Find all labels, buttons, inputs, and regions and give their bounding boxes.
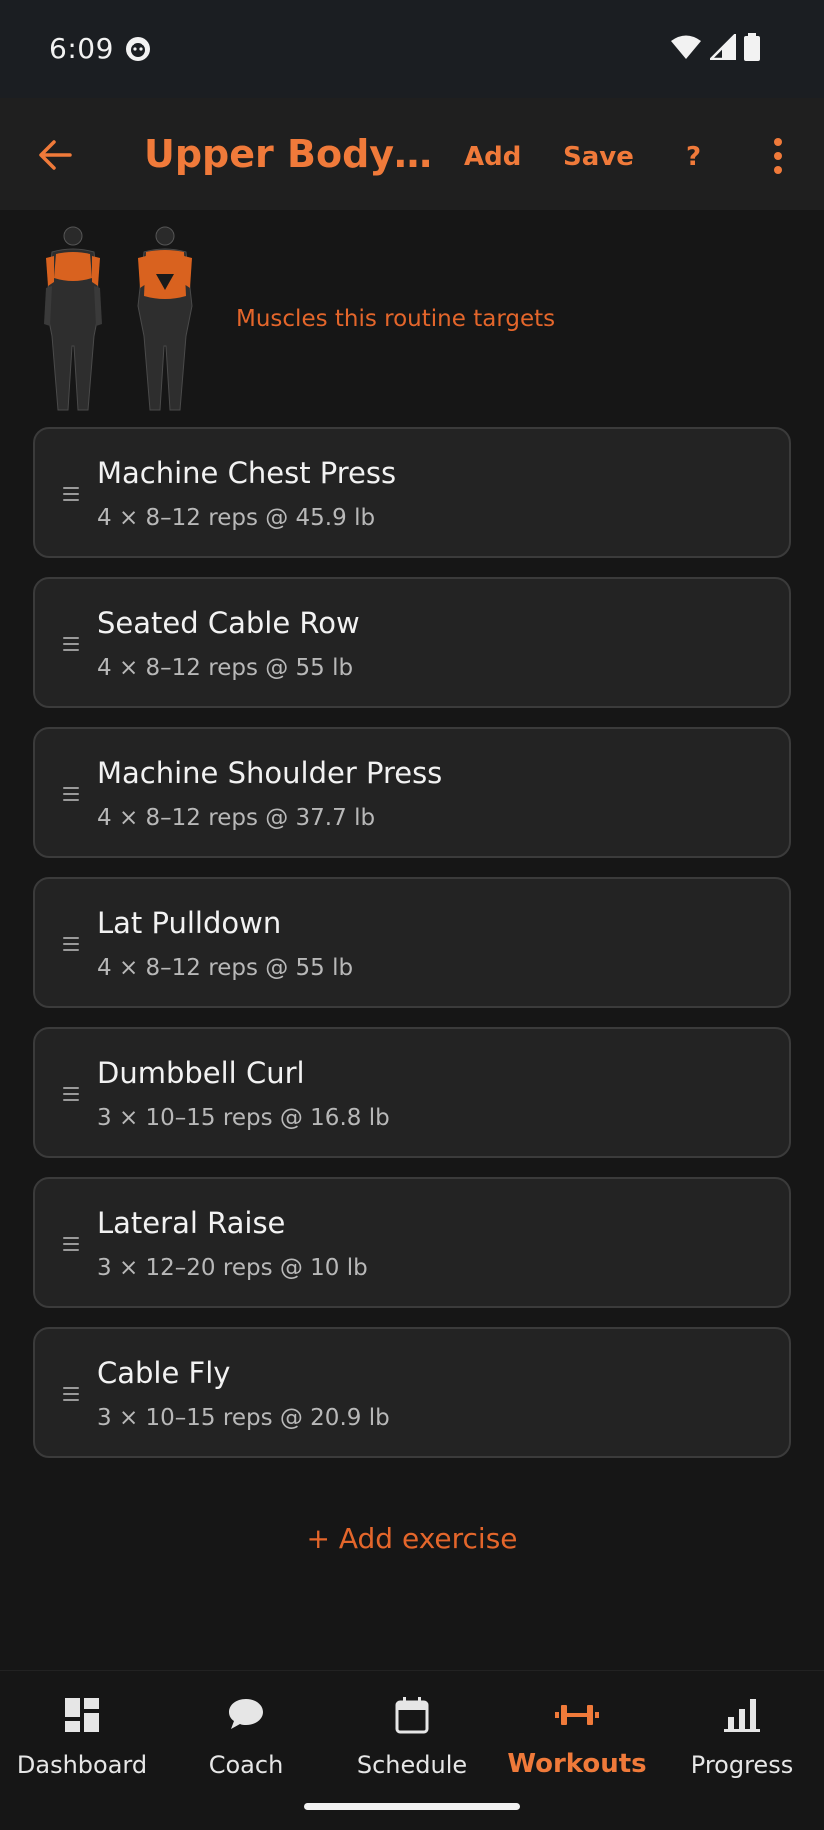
drag-handle-icon[interactable] [63,1387,79,1401]
exercise-card[interactable]: Cable Fly 3 × 10–15 reps @ 20.9 lb [33,1327,791,1458]
status-bar: 6:09 [0,0,824,98]
exercise-card[interactable]: Lateral Raise 3 × 12–20 reps @ 10 lb [33,1177,791,1308]
nav-item-dashboard[interactable]: Dashboard [0,1671,164,1791]
more-options-button[interactable] [766,134,790,178]
dumbbell-icon [555,1693,599,1737]
drag-handle-icon[interactable] [63,787,79,801]
save-button[interactable]: Save [563,142,634,172]
exercise-detail: 4 × 8–12 reps @ 37.7 lb [97,805,376,831]
exercise-detail: 3 × 12–20 reps @ 10 lb [97,1255,368,1281]
page-title: Upper Body A... [144,132,434,176]
exercise-detail: 3 × 10–15 reps @ 16.8 lb [97,1105,390,1131]
exercise-card[interactable]: Machine Shoulder Press 4 × 8–12 reps @ 3… [33,727,791,858]
muscles-caption: Muscles this routine targets [236,306,556,332]
chat-bubble-icon [224,1693,268,1737]
wifi-icon [670,34,702,64]
exercise-name: Lateral Raise [97,1206,286,1240]
drag-handle-icon[interactable] [63,1237,79,1251]
help-button[interactable]: ? [686,142,701,172]
nav-item-schedule[interactable]: Schedule [330,1671,494,1791]
body-back-figure [137,226,193,411]
dashboard-icon [60,1693,104,1737]
exercise-name: Machine Chest Press [97,456,397,490]
exercise-detail: 4 × 8–12 reps @ 55 lb [97,655,354,681]
nav-label: Dashboard [16,1751,148,1779]
exercise-card[interactable]: Dumbbell Curl 3 × 10–15 reps @ 16.8 lb [33,1027,791,1158]
exercise-card[interactable]: Machine Chest Press 4 × 8–12 reps @ 45.9… [33,427,791,558]
more-vert-icon [774,138,782,146]
nav-label: Coach [208,1751,284,1779]
add-exercise-button[interactable]: + Add exercise [0,1522,824,1555]
exercise-card[interactable]: Lat Pulldown 4 × 8–12 reps @ 55 lb [33,877,791,1008]
notification-cat-icon [124,35,152,63]
exercise-name: Machine Shoulder Press [97,756,443,790]
body-front-figure [44,226,102,411]
drag-handle-icon[interactable] [63,637,79,651]
exercise-detail: 4 × 8–12 reps @ 45.9 lb [97,505,376,531]
add-button[interactable]: Add [464,142,521,172]
exercise-name: Cable Fly [97,1356,231,1390]
cell-signal-icon [707,31,737,64]
bar-chart-icon [720,1693,764,1737]
exercise-detail: 4 × 8–12 reps @ 55 lb [97,955,354,981]
battery-icon [744,33,760,65]
nav-item-progress[interactable]: Progress [660,1671,824,1791]
drag-handle-icon[interactable] [63,1087,79,1101]
status-time: 6:09 [49,32,114,65]
muscle-map[interactable]: Muscles this routine targets [0,210,824,411]
drag-handle-icon[interactable] [63,937,79,951]
back-button[interactable] [30,130,80,180]
nav-label: Workouts [507,1749,647,1779]
drag-handle-icon[interactable] [63,487,79,501]
arrow-back-icon [39,140,72,170]
nav-label: Progress [690,1751,794,1779]
exercise-name: Dumbbell Curl [97,1056,305,1090]
exercise-name: Lat Pulldown [97,906,282,940]
exercise-detail: 3 × 10–15 reps @ 20.9 lb [97,1405,390,1431]
nav-label: Schedule [356,1751,468,1779]
exercise-name: Seated Cable Row [97,606,360,640]
nav-item-workouts[interactable]: Workouts [495,1671,659,1791]
app-bar: Upper Body A... Add Save ? [0,98,824,210]
nav-item-coach[interactable]: Coach [164,1671,328,1791]
exercise-card[interactable]: Seated Cable Row 4 × 8–12 reps @ 55 lb [33,577,791,708]
calendar-icon [390,1693,434,1737]
home-indicator[interactable] [304,1803,520,1810]
